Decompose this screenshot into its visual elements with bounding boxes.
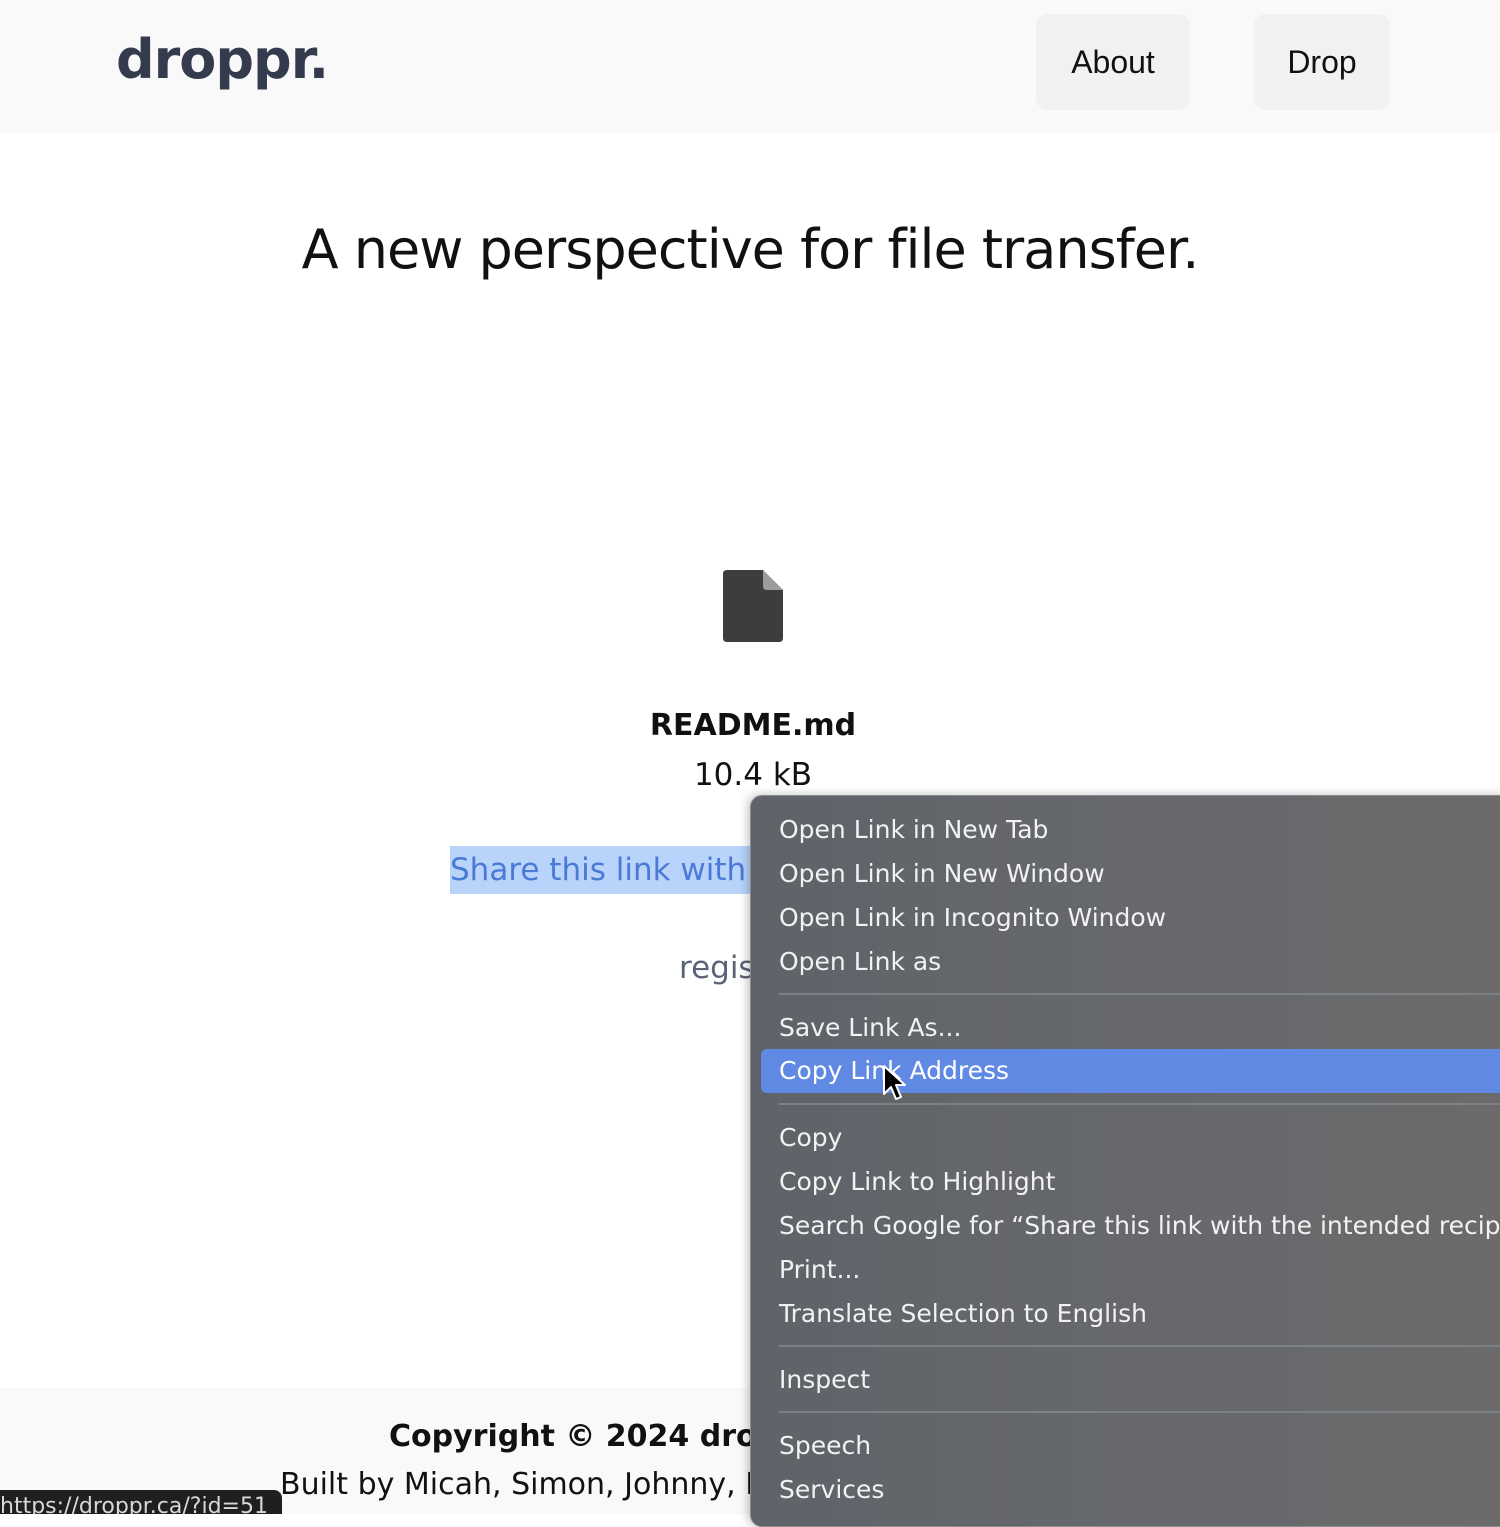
menu-inspect[interactable]: Inspect [779,1358,870,1402]
register-link[interactable]: regis [679,944,750,992]
logo[interactable]: droppr. [116,28,329,91]
credits-text: Built by Micah, Simon, Johnny, N [280,1467,750,1502]
copyright-container: Copyright © 2024 droppr [389,1414,750,1460]
menu-speech[interactable]: Speech [779,1424,871,1468]
menu-open-link-as[interactable]: Open Link as [779,940,941,984]
menu-translate[interactable]: Translate Selection to English [779,1292,1147,1336]
context-menu: Open Link in New Tab Open Link in New Wi… [750,795,1500,1527]
menu-separator [779,1411,1500,1413]
menu-separator [779,993,1500,995]
menu-copy-link-to-highlight[interactable]: Copy Link to Highlight [779,1160,1055,1204]
register-text-container: regis [679,944,750,992]
file-size: 10.4 kB [693,757,813,793]
menu-services[interactable]: Services [779,1468,884,1512]
share-link[interactable]: Share this link with the intended recipi… [450,846,750,894]
page-tagline: A new perspective for file transfer. [301,218,1200,281]
site-header: droppr. About Drop [0,0,1500,133]
menu-print[interactable]: Print... [779,1248,860,1292]
link-status-bar: https://droppr.ca/?id=51 [0,1490,282,1514]
menu-open-incognito[interactable]: Open Link in Incognito Window [779,896,1166,940]
drop-button[interactable]: Drop [1254,14,1390,110]
file-name: README.md [649,708,857,743]
status-url: https://droppr.ca/?id=51 [0,1494,268,1514]
menu-save-link-as[interactable]: Save Link As... [779,1006,961,1050]
menu-separator [779,1345,1500,1347]
share-link-container: Share this link with the intended recipi… [450,846,750,894]
document-icon [723,570,783,642]
about-button[interactable]: About [1036,14,1190,110]
mouse-pointer-icon [883,1065,906,1100]
menu-open-new-window[interactable]: Open Link in New Window [779,852,1105,896]
credits-container: Built by Micah, Simon, Johnny, N [280,1462,750,1508]
menu-search-google[interactable]: Search Google for “Share this link with … [779,1204,1500,1248]
copyright-text: Copyright © 2024 droppr [389,1419,750,1454]
menu-open-new-tab[interactable]: Open Link in New Tab [779,808,1048,852]
menu-copy[interactable]: Copy [779,1116,842,1160]
menu-copy-link-address[interactable]: Copy Link Address [761,1049,1500,1093]
